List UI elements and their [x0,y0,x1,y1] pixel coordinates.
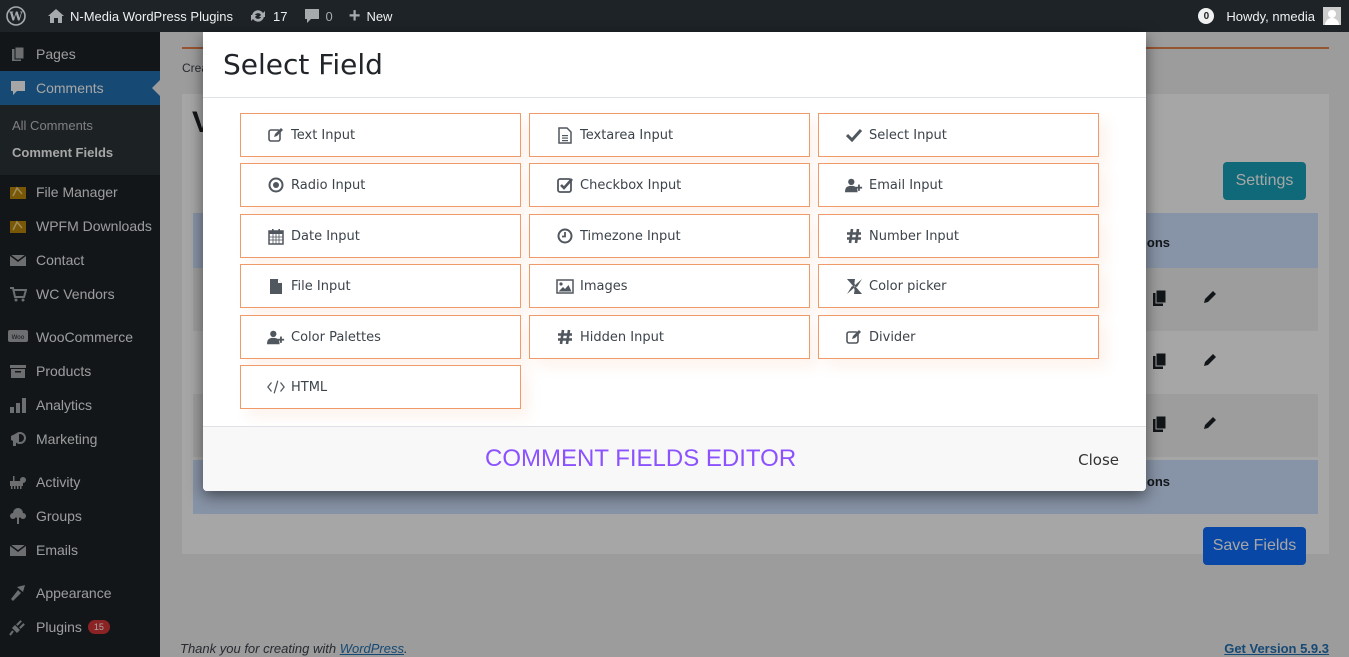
site-name: N-Media WordPress Plugins [70,8,234,24]
image-icon [556,277,574,295]
new-content-link[interactable]: + New [341,0,401,32]
notifications-bubble[interactable]: 0 [1198,8,1215,24]
field-type-label: Textarea Input [580,127,674,143]
check-icon [845,126,863,144]
radio-icon [267,176,285,194]
avatar[interactable] [1323,7,1341,25]
wp-logo-button[interactable]: W [0,0,34,32]
field-type-text-input[interactable]: Text Input [240,113,521,157]
hashtag-icon [845,227,863,245]
field-type-color-palettes[interactable]: Color Palettes [240,315,521,359]
field-type-label: Date Input [291,228,360,244]
pinwheel-icon [845,277,863,295]
field-type-label: Timezone Input [580,228,681,244]
close-button[interactable]: Close [1078,451,1119,469]
updates-link[interactable]: 17 [241,0,295,32]
file-icon [267,277,285,295]
field-type-date-input[interactable]: Date Input [240,214,521,258]
field-type-label: Email Input [869,177,943,193]
editor-title: COMMENT FIELDS EDITOR [485,445,797,472]
edit-icon [267,126,285,144]
comment-bubble-icon [304,8,320,24]
field-type-label: Color Palettes [291,329,381,345]
user-plus-icon [267,328,285,346]
field-type-email-input[interactable]: Email Input [818,163,1099,207]
calendar-icon [267,227,285,245]
new-label: New [366,8,393,24]
field-type-hidden-input[interactable]: Hidden Input [529,315,810,359]
home-icon [48,9,64,23]
field-type-label: Select Input [869,127,947,143]
field-type-images[interactable]: Images [529,264,810,308]
svg-text:W: W [8,10,23,24]
comments-link[interactable]: 0 [296,0,341,32]
updates-icon [249,8,267,24]
field-type-grid: Text Input Textarea Input Select Input Radi… [203,98,1146,426]
field-type-label: Text Input [291,127,356,143]
field-type-html[interactable]: HTML [240,365,521,409]
field-type-label: Color picker [869,278,947,294]
field-type-label: Checkbox Input [580,177,682,193]
modal-footer: COMMENT FIELDS EDITOR Close [203,426,1146,491]
site-name-link[interactable]: N-Media WordPress Plugins [34,0,241,32]
checkbox-icon [556,176,574,194]
field-type-label: Images [580,278,628,294]
field-type-radio-input[interactable]: Radio Input [240,163,521,207]
field-type-label: Hidden Input [580,329,664,345]
user-plus-icon [845,176,863,194]
admin-bar: W N-Media WordPress Plugins 17 0 + New 0… [0,0,1349,32]
field-type-number-input[interactable]: Number Input [818,214,1099,258]
field-type-divider[interactable]: Divider [818,315,1099,359]
modal-header: Select Field [203,32,1146,98]
file-text-icon [556,126,574,144]
select-field-modal: Select Field Text Input Textarea Input Sel… [203,32,1146,491]
field-type-label: Number Input [869,228,960,244]
field-type-label: File Input [291,278,351,294]
field-type-textarea-input[interactable]: Textarea Input [529,113,810,157]
field-type-timezone-input[interactable]: Timezone Input [529,214,810,258]
plus-icon: + [348,4,361,27]
field-type-label: Radio Input [291,177,366,193]
comments-count: 0 [325,8,333,24]
clock-icon [556,227,574,245]
field-type-label: HTML [291,379,328,395]
code-icon [267,378,285,396]
field-type-select-input[interactable]: Select Input [818,113,1099,157]
modal-title: Select Field [223,48,383,81]
updates-count: 17 [273,8,288,24]
edit-icon [845,328,863,346]
field-type-file-input[interactable]: File Input [240,264,521,308]
hashtag-icon [556,328,574,346]
field-type-color-picker[interactable]: Color picker [818,264,1099,308]
wordpress-logo-icon: W [6,6,26,26]
account-greeting[interactable]: Howdy, nmedia [1226,9,1315,24]
field-type-checkbox-input[interactable]: Checkbox Input [529,163,810,207]
field-type-label: Divider [869,329,916,345]
